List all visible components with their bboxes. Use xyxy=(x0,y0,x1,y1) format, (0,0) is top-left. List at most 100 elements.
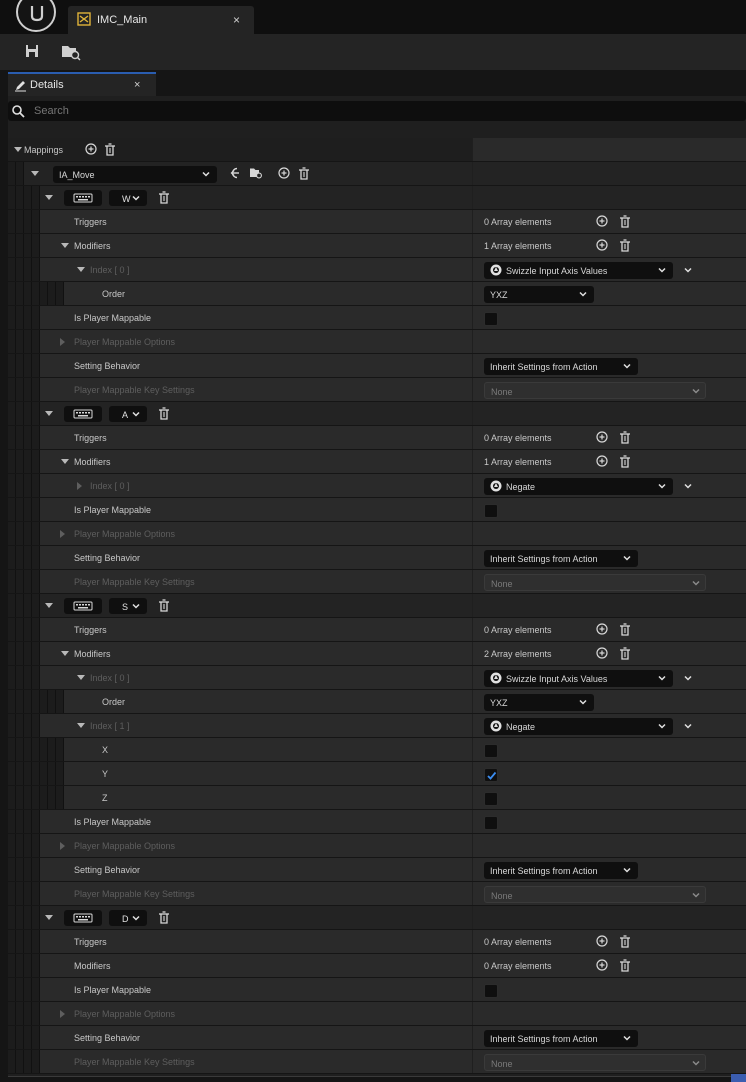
close-tab-button[interactable]: × xyxy=(233,13,240,27)
key-selector-button[interactable] xyxy=(64,598,102,614)
setting-behavior-combo[interactable]: Inherit Settings from Action xyxy=(484,550,638,567)
swizzle-order-combo[interactable]: YXZ xyxy=(484,286,594,303)
tab-details[interactable]: Details × xyxy=(8,72,156,96)
swizzle-order-combo[interactable]: YXZ xyxy=(484,694,594,711)
modifiers-expand-arrow[interactable] xyxy=(61,243,69,248)
player-mappable-key-settings-combo[interactable]: None xyxy=(484,574,706,591)
indent-guide xyxy=(16,594,24,617)
modifiers-expand-arrow[interactable] xyxy=(61,459,69,464)
modifier-options-chevron-icon[interactable] xyxy=(683,673,693,685)
index-expand-arrow[interactable] xyxy=(77,675,85,680)
remove-key-mapping-icon[interactable] xyxy=(158,191,170,206)
search-input[interactable] xyxy=(34,103,734,119)
indent-guide xyxy=(24,210,32,233)
modifier-type-combo[interactable]: Swizzle Input Axis Values xyxy=(484,262,673,279)
setting-behavior-combo[interactable]: Inherit Settings from Action xyxy=(484,358,638,375)
clear-modifiers-icon[interactable] xyxy=(619,455,631,470)
is-player-mappable-checkbox[interactable] xyxy=(484,312,498,326)
key-selector-button[interactable] xyxy=(64,910,102,926)
modifier-type-combo[interactable]: Swizzle Input Axis Values xyxy=(484,670,673,687)
key-selector-button[interactable] xyxy=(64,406,102,422)
is-player-mappable-checkbox[interactable] xyxy=(484,816,498,830)
modifiers-expand-arrow[interactable] xyxy=(61,651,69,656)
negate-x-checkbox[interactable] xyxy=(484,744,498,758)
is-player-mappable-checkbox[interactable] xyxy=(484,504,498,518)
clear-triggers-icon[interactable] xyxy=(619,623,631,638)
key-selector-button[interactable] xyxy=(64,190,102,206)
negate-z-checkbox[interactable] xyxy=(484,792,498,806)
player-mappable-key-settings-combo[interactable]: None xyxy=(484,382,706,399)
index-expand-arrow[interactable] xyxy=(77,482,82,490)
remove-key-mapping-icon[interactable] xyxy=(158,911,170,926)
remove-key-mapping-icon[interactable] xyxy=(158,599,170,614)
negate-y-checkbox[interactable] xyxy=(484,768,498,782)
modifier-type-combo[interactable]: Negate xyxy=(484,718,673,735)
add-trigger-icon[interactable] xyxy=(596,215,608,229)
input-action-combo[interactable]: IA_Move xyxy=(53,166,217,183)
modifier-options-chevron-icon[interactable] xyxy=(683,481,693,493)
save-icon[interactable] xyxy=(24,43,40,61)
use-selected-asset-icon[interactable] xyxy=(227,167,240,181)
index-expand-arrow[interactable] xyxy=(77,267,85,272)
player-mappable-options-expand-arrow[interactable] xyxy=(60,842,65,850)
setting-behavior-combo[interactable]: Inherit Settings from Action xyxy=(484,862,638,879)
modifier-options-chevron-icon[interactable] xyxy=(683,265,693,277)
indent-guide xyxy=(8,738,16,761)
add-trigger-icon[interactable] xyxy=(596,431,608,445)
is-player-mappable-checkbox[interactable] xyxy=(484,984,498,998)
setting-behavior-combo[interactable]: Inherit Settings from Action xyxy=(484,1030,638,1047)
player-mappable-key-settings-combo[interactable]: None xyxy=(484,1054,706,1071)
player-mappable-options-expand-arrow[interactable] xyxy=(60,1010,65,1018)
remove-all-mappings-icon[interactable] xyxy=(104,143,116,158)
add-modifier-icon[interactable] xyxy=(596,959,608,973)
clear-modifiers-icon[interactable] xyxy=(619,647,631,662)
key-name-combo[interactable]: S xyxy=(109,598,147,614)
player-mappable-options-expand-arrow[interactable] xyxy=(60,338,65,346)
clear-modifiers-icon[interactable] xyxy=(619,239,631,254)
clear-modifiers-icon[interactable] xyxy=(619,959,631,974)
add-trigger-icon[interactable] xyxy=(596,623,608,637)
mappings-expand-arrow[interactable] xyxy=(14,147,22,152)
player-mappable-options-expand-arrow[interactable] xyxy=(60,530,65,538)
key-name-combo[interactable]: A xyxy=(109,406,147,422)
triggers-label: Triggers xyxy=(74,625,107,635)
add-modifier-icon[interactable] xyxy=(596,455,608,469)
add-modifier-icon[interactable] xyxy=(596,647,608,661)
indent-guide xyxy=(48,690,56,713)
indent-guide xyxy=(24,786,32,809)
chevron-down-icon xyxy=(657,481,667,493)
key-expand-arrow[interactable] xyxy=(45,915,53,920)
player-mappable-key-settings-combo[interactable]: None xyxy=(484,886,706,903)
indent-guide xyxy=(16,210,24,233)
resize-corner[interactable] xyxy=(731,1074,746,1082)
triggers-label: Triggers xyxy=(74,217,107,227)
asset-tab[interactable]: IMC_Main × xyxy=(68,6,254,34)
clear-triggers-icon[interactable] xyxy=(619,935,631,950)
key-name-combo[interactable]: W xyxy=(109,190,147,206)
modifier-type-combo[interactable]: Negate xyxy=(484,478,673,495)
remove-action-mapping-icon[interactable] xyxy=(298,167,310,182)
action-expand-arrow[interactable] xyxy=(31,171,39,176)
axis-label: Z xyxy=(102,793,108,803)
close-details-button[interactable]: × xyxy=(134,79,140,91)
key-expand-arrow[interactable] xyxy=(45,603,53,608)
browse-to-asset-icon[interactable] xyxy=(60,43,82,63)
clear-triggers-icon[interactable] xyxy=(619,215,631,230)
key-expand-arrow[interactable] xyxy=(45,411,53,416)
key-expand-arrow[interactable] xyxy=(45,195,53,200)
key-name-combo[interactable]: D xyxy=(109,910,147,926)
clear-triggers-icon[interactable] xyxy=(619,431,631,446)
key-mapping-row: S xyxy=(8,594,746,618)
index-expand-arrow[interactable] xyxy=(77,723,85,728)
indent-guide xyxy=(8,354,16,377)
add-key-mapping-icon[interactable] xyxy=(278,167,290,181)
indent-guide xyxy=(24,330,32,353)
modifier-options-chevron-icon[interactable] xyxy=(683,721,693,733)
add-modifier-icon[interactable] xyxy=(596,239,608,253)
chevron-down-icon xyxy=(201,169,211,181)
browse-asset-icon[interactable] xyxy=(249,167,263,181)
add-mapping-icon[interactable] xyxy=(85,143,97,157)
unreal-logo-icon[interactable] xyxy=(16,0,56,32)
add-trigger-icon[interactable] xyxy=(596,935,608,949)
remove-key-mapping-icon[interactable] xyxy=(158,407,170,422)
